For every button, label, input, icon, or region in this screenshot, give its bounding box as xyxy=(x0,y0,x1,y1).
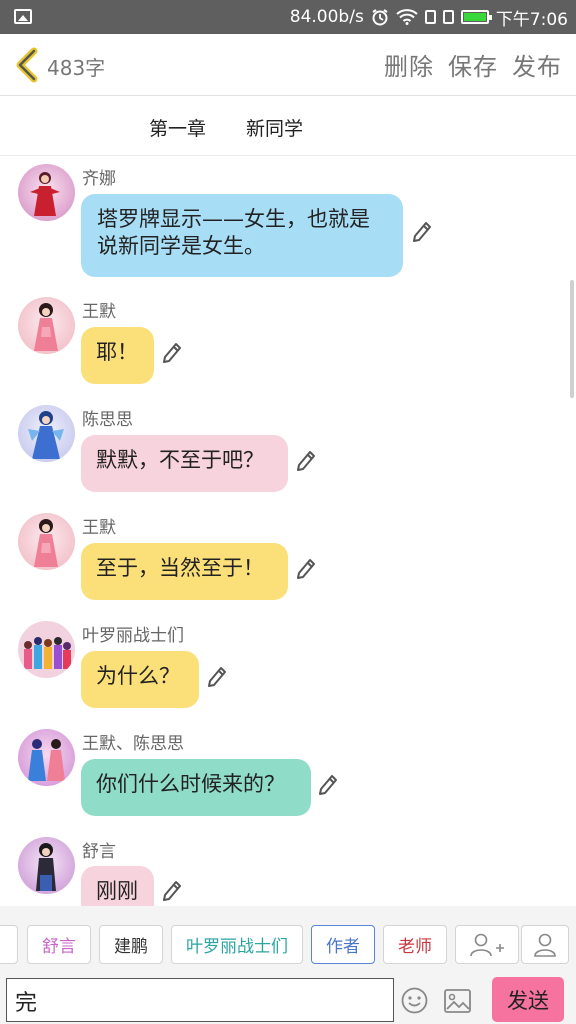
avatar[interactable] xyxy=(18,837,75,894)
network-speed: 84.00b/s xyxy=(289,7,364,27)
speaker-name: 舒言 xyxy=(82,842,116,862)
sim-card-icon xyxy=(424,10,436,24)
person-icon xyxy=(534,933,556,957)
wifi-icon xyxy=(396,9,418,25)
send-button[interactable]: 发送 xyxy=(492,977,564,1022)
speaker-name: 王默 xyxy=(82,302,116,322)
character-tag-label: 叶罗丽战士们 xyxy=(186,937,288,957)
avatar[interactable] xyxy=(18,164,75,221)
alarm-icon xyxy=(372,9,388,26)
avatar[interactable] xyxy=(18,513,75,570)
compose-bar: 完 发送 xyxy=(0,976,576,1024)
pencil-edit-icon[interactable] xyxy=(162,342,182,364)
character-tag-label: 舒言 xyxy=(42,937,76,957)
emoji-smile-icon[interactable] xyxy=(401,987,428,1014)
person-button[interactable] xyxy=(521,925,569,964)
message-bubble[interactable]: 至于，当然至于！ xyxy=(81,543,288,600)
avatar[interactable] xyxy=(18,729,75,786)
scrollbar[interactable] xyxy=(570,280,574,398)
character-tag[interactable]: 舒言 xyxy=(27,925,91,964)
pencil-edit-icon[interactable] xyxy=(296,450,316,472)
message-bubble[interactable]: 刚刚 xyxy=(81,866,154,910)
speaker-name: 陈思思 xyxy=(82,410,133,430)
sim-card-2-icon xyxy=(442,10,454,24)
character-tag[interactable]: 老师 xyxy=(383,925,447,964)
back-arrow-icon[interactable] xyxy=(8,46,44,84)
chapter-heading[interactable]: 第一章 新同学 xyxy=(0,96,576,156)
battery-icon xyxy=(460,10,492,24)
editor-header: 483字 删除 保存 发布 xyxy=(0,34,576,96)
add-person-icon xyxy=(470,933,504,956)
add-character-button[interactable] xyxy=(455,925,519,964)
character-tag[interactable]: 建鹏 xyxy=(99,925,163,964)
status-bar: 84.00b/s 下午7:06 xyxy=(0,0,576,34)
image-notification-icon xyxy=(14,9,32,24)
character-tag-label: 老师 xyxy=(398,937,432,957)
chapter-number: 第一章 xyxy=(149,118,207,140)
save-button[interactable]: 保存 xyxy=(448,47,498,82)
pencil-edit-icon[interactable] xyxy=(318,774,338,796)
character-tag-label: 作者 xyxy=(326,937,360,957)
chapter-title: 新同学 xyxy=(246,118,304,140)
speaker-name: 王默 xyxy=(82,518,116,538)
character-tag[interactable]: 叶罗丽战士们 xyxy=(171,925,303,964)
delete-button[interactable]: 删除 xyxy=(384,47,434,82)
image-picker-icon[interactable] xyxy=(444,989,471,1013)
character-tag-partial[interactable] xyxy=(0,925,18,964)
message-bubble[interactable]: 耶！ xyxy=(81,327,154,384)
pencil-edit-icon[interactable] xyxy=(412,221,432,243)
speaker-name: 齐娜 xyxy=(82,169,116,189)
word-count: 483字 xyxy=(47,56,106,80)
message-bubble[interactable]: 默默，不至于吧？ xyxy=(81,435,288,492)
pencil-edit-icon[interactable] xyxy=(296,558,316,580)
character-tag-bar: 舒言 建鹏 叶罗丽战士们 作者 老师 xyxy=(0,906,576,976)
clock-time: 下午7:06 xyxy=(495,9,568,30)
speaker-name: 王默、陈思思 xyxy=(82,734,184,754)
character-tag-label: 建鹏 xyxy=(114,937,148,957)
publish-button[interactable]: 发布 xyxy=(512,47,562,82)
message-input[interactable]: 完 xyxy=(6,978,394,1022)
avatar[interactable] xyxy=(18,405,75,462)
speaker-name: 叶罗丽战士们 xyxy=(82,626,184,646)
message-bubble[interactable]: 塔罗牌显示——女生，也就是说新同学是女生。 xyxy=(81,194,403,277)
pencil-edit-icon[interactable] xyxy=(162,880,182,902)
message-bubble[interactable]: 为什么？ xyxy=(81,651,199,708)
avatar[interactable] xyxy=(18,297,75,354)
message-bubble[interactable]: 你们什么时候来的？ xyxy=(81,759,311,816)
character-tag-author[interactable]: 作者 xyxy=(311,925,375,964)
avatar[interactable] xyxy=(18,621,75,678)
pencil-edit-icon[interactable] xyxy=(207,666,227,688)
